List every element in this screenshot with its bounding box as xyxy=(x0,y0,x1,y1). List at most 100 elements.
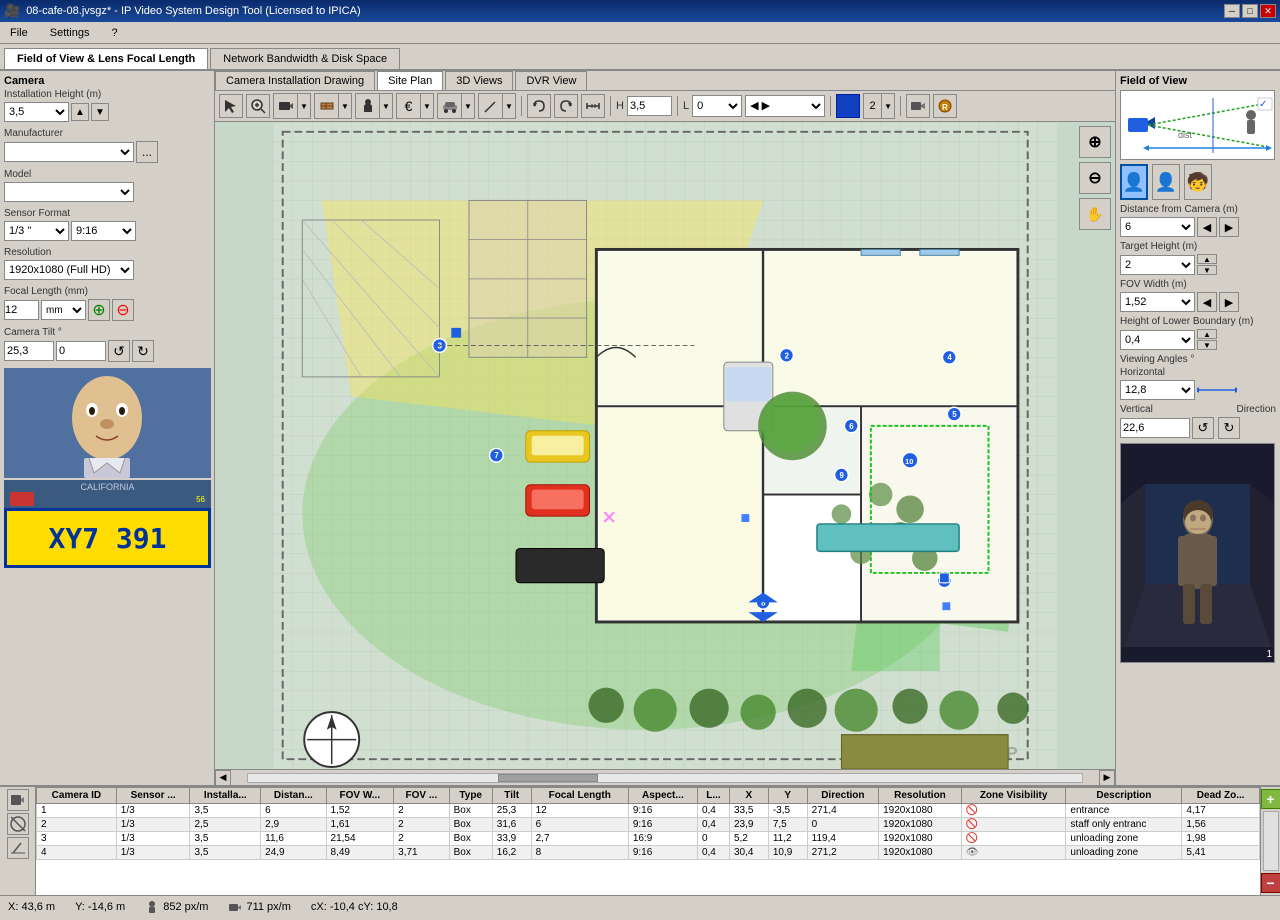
close-button[interactable]: ✕ xyxy=(1260,4,1276,18)
menu-file[interactable]: File xyxy=(4,25,34,41)
person-child-icon[interactable]: 🧒 xyxy=(1184,164,1212,200)
col-fovw[interactable]: FOV W... xyxy=(326,788,394,804)
tab-site-plan[interactable]: Site Plan xyxy=(377,71,443,90)
vertical-input[interactable] xyxy=(1120,418,1190,438)
visibility-icon[interactable]: 👁 xyxy=(966,847,979,858)
resolution-dropdown[interactable]: 1920x1080 (Full HD)1280x720 xyxy=(4,260,134,280)
col-x[interactable]: X xyxy=(729,788,768,804)
tilt-ccw-button[interactable]: ↺ xyxy=(108,340,130,362)
table-scrollbar[interactable] xyxy=(1263,811,1279,871)
tab-fov[interactable]: Field of View & Lens Focal Length xyxy=(4,48,208,69)
maximize-button[interactable]: □ xyxy=(1242,4,1258,18)
table-row[interactable]: 21/32,52,91,612Box31,669:160,423,97,5019… xyxy=(37,818,1260,832)
zoom-out-button[interactable]: ⊖ xyxy=(1079,162,1111,194)
fov-width-right-button[interactable]: ▶ xyxy=(1219,292,1239,312)
col-aspect[interactable]: Aspect... xyxy=(628,788,697,804)
camera-settings-button[interactable] xyxy=(906,94,930,118)
person-adult-icon[interactable]: 👤 xyxy=(1120,164,1148,200)
menu-help[interactable]: ? xyxy=(105,25,123,41)
install-height-dropdown[interactable]: 3,534 xyxy=(4,102,69,122)
currency-tool-button[interactable]: € ▼ xyxy=(396,93,434,119)
focal-input[interactable] xyxy=(4,300,39,320)
lower-boundary-dropdown[interactable]: 0,400.5 xyxy=(1120,330,1195,350)
report-button[interactable]: R xyxy=(933,94,957,118)
person-tool-button[interactable]: ▼ xyxy=(355,93,393,119)
sensor-format-dropdown[interactable]: 1/3 "1/4 "1/2 " xyxy=(4,221,69,241)
col-l[interactable]: L... xyxy=(697,788,729,804)
col-camera-id[interactable]: Camera ID xyxy=(37,788,117,804)
remove-row-button[interactable]: − xyxy=(1261,873,1280,893)
horizontal-scrollbar[interactable]: ◀ ▶ xyxy=(215,769,1115,785)
col-sensor[interactable]: Sensor ... xyxy=(116,788,190,804)
rotate-ccw-button[interactable]: ↺ xyxy=(1192,417,1214,439)
col-res[interactable]: Resolution xyxy=(879,788,962,804)
fov-width-dropdown[interactable]: 1,5223 xyxy=(1120,292,1195,312)
col-tilt[interactable]: Tilt xyxy=(492,788,531,804)
vehicle-tool-button[interactable]: ▼ xyxy=(437,93,475,119)
col-dist[interactable]: Distan... xyxy=(261,788,326,804)
table-row[interactable]: 11/33,561,522Box25,3129:160,433,5-3,5271… xyxy=(37,804,1260,818)
horizontal-dropdown[interactable]: 12,82015 xyxy=(1120,380,1195,400)
direction-dropdown[interactable]: ◀ ▶ xyxy=(745,95,825,117)
tab-3d-views[interactable]: 3D Views xyxy=(445,71,513,90)
lower-boundary-up-button[interactable]: ▲ xyxy=(1197,329,1217,339)
menu-settings[interactable]: Settings xyxy=(44,25,96,41)
scrollbar-thumb[interactable] xyxy=(498,774,598,782)
camera-place-button[interactable]: ▼ xyxy=(273,93,311,119)
layer-button[interactable]: 2 ▼ xyxy=(863,93,895,119)
table-tool-1[interactable] xyxy=(7,789,29,811)
tab-bandwidth[interactable]: Network Bandwidth & Disk Space xyxy=(210,48,400,69)
table-tool-3[interactable] xyxy=(7,837,29,859)
visibility-icon[interactable]: 🚫 xyxy=(966,805,978,816)
tab-dvr-view[interactable]: DVR View xyxy=(515,71,587,90)
color-button[interactable] xyxy=(836,94,860,118)
model-dropdown[interactable] xyxy=(4,182,134,202)
length-dropdown[interactable]: 0510 xyxy=(692,95,742,117)
redo-button[interactable] xyxy=(554,94,578,118)
scroll-left-button[interactable]: ◀ xyxy=(215,770,231,786)
person-alt-icon[interactable]: 👤 xyxy=(1152,164,1180,200)
zoom-in-button[interactable]: ⊕ xyxy=(1079,126,1111,158)
measure-button[interactable] xyxy=(581,94,605,118)
dist-dropdown[interactable]: 65810 xyxy=(1120,217,1195,237)
visibility-icon[interactable]: 🚫 xyxy=(966,833,978,844)
undo-button[interactable] xyxy=(527,94,551,118)
target-height-up-button[interactable]: ▲ xyxy=(1197,254,1217,264)
scroll-right-button[interactable]: ▶ xyxy=(1099,770,1115,786)
dist-left-button[interactable]: ◀ xyxy=(1197,217,1217,237)
col-dead[interactable]: Dead Zo... xyxy=(1182,788,1260,804)
aspect-dropdown[interactable]: 9:164:316:9 xyxy=(71,221,136,241)
scrollbar-track[interactable] xyxy=(247,773,1083,783)
dist-right-button[interactable]: ▶ xyxy=(1219,217,1239,237)
table-row[interactable]: 41/33,524,98,493,71Box16,289:160,430,410… xyxy=(37,846,1260,860)
tilt-input2[interactable] xyxy=(56,341,106,361)
focal-add-button[interactable]: ⊕ xyxy=(88,299,110,321)
visibility-icon[interactable]: 🚫 xyxy=(966,819,978,830)
tilt-input[interactable] xyxy=(4,341,54,361)
rotate-cw-button[interactable]: ↻ xyxy=(1218,417,1240,439)
add-row-button[interactable]: + xyxy=(1261,789,1280,809)
manufacturer-browse-button[interactable]: ... xyxy=(136,141,158,163)
target-height-dropdown[interactable]: 21.51.8 xyxy=(1120,255,1195,275)
table-row[interactable]: 31/33,511,621,542Box33,92,716:905,211,21… xyxy=(37,832,1260,846)
col-install[interactable]: Installa... xyxy=(190,788,261,804)
focal-unit[interactable]: mm xyxy=(41,300,86,320)
annotation-tool-button[interactable]: ▼ xyxy=(478,93,516,119)
col-y[interactable]: Y xyxy=(768,788,807,804)
drawing-canvas[interactable]: FLOOR P 1 2 3 4 5 6 xyxy=(215,122,1115,769)
col-dir[interactable]: Direction xyxy=(807,788,878,804)
lower-boundary-down-button[interactable]: ▼ xyxy=(1197,340,1217,350)
col-type[interactable]: Type xyxy=(449,788,492,804)
table-tool-2[interactable] xyxy=(7,813,29,835)
fov-width-left-button[interactable]: ◀ xyxy=(1197,292,1217,312)
pan-button[interactable]: ✋ xyxy=(1079,198,1111,230)
col-vis[interactable]: Zone Visibility xyxy=(961,788,1066,804)
minimize-button[interactable]: ─ xyxy=(1224,4,1240,18)
tilt-cw-button[interactable]: ↻ xyxy=(132,340,154,362)
manufacturer-dropdown[interactable] xyxy=(4,142,134,162)
col-focal[interactable]: Focal Length xyxy=(531,788,628,804)
focal-remove-button[interactable]: ⊖ xyxy=(112,299,134,321)
col-fov[interactable]: FOV ... xyxy=(394,788,450,804)
data-table-scroll[interactable]: Camera ID Sensor ... Installa... Distan.… xyxy=(36,787,1260,895)
height-down-button[interactable]: ▼ xyxy=(91,103,109,121)
